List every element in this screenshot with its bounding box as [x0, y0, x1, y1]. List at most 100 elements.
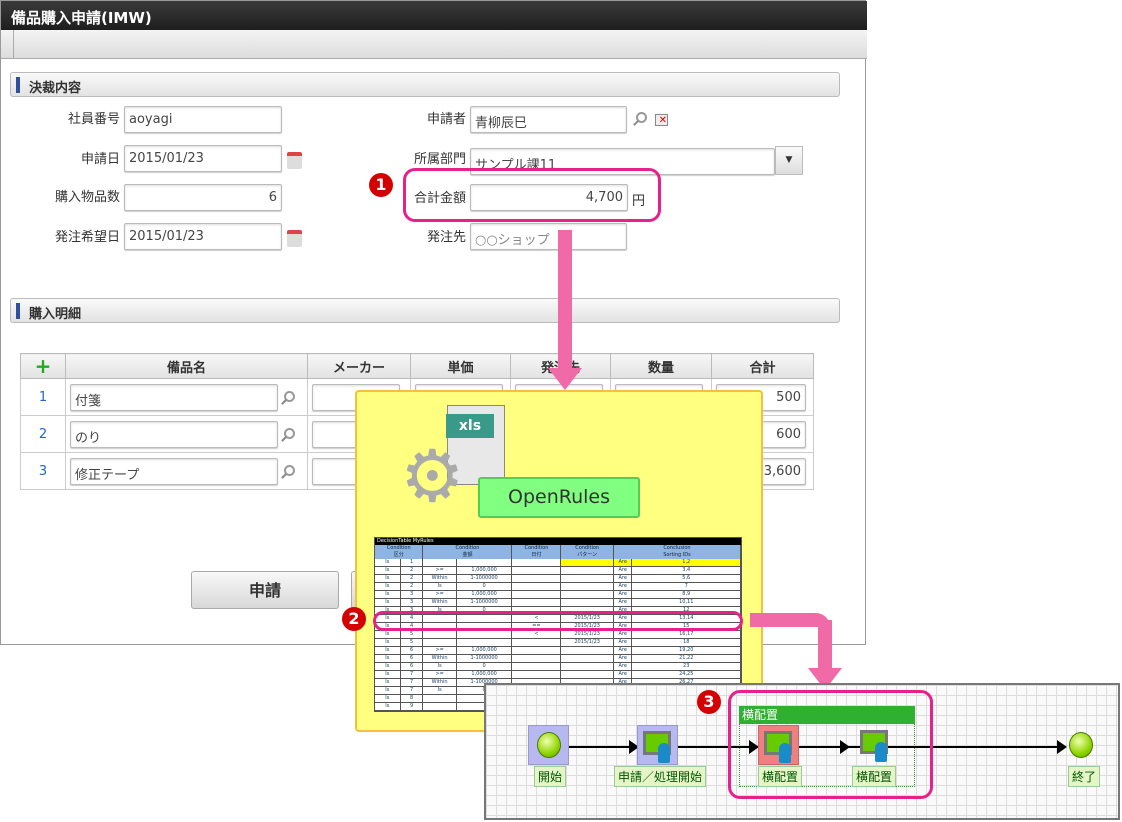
- apply-date-input[interactable]: 2015/01/23: [124, 145, 282, 172]
- sheet-cell: [511, 654, 562, 663]
- sheet-cell: [560, 598, 614, 607]
- flow-arrow: [818, 620, 832, 670]
- apply-button[interactable]: 申請: [191, 571, 339, 609]
- callout-badge-1: 1: [369, 173, 393, 197]
- search-icon[interactable]: [284, 465, 295, 476]
- clear-icon[interactable]: ✕: [655, 114, 668, 126]
- sheet-cell: Is: [375, 566, 401, 575]
- sheet-cell: 1,000,000: [456, 646, 513, 655]
- search-icon[interactable]: [284, 391, 295, 402]
- sheet-cell: 区分: [375, 552, 424, 559]
- sheet-cell: Are: [613, 590, 633, 599]
- sheet-cell: Condition: [375, 545, 424, 552]
- sheet-cell: [560, 662, 614, 671]
- sheet-row: Is 2 >= 1,000,000 Are 3,4: [375, 566, 741, 575]
- item-count-input[interactable]: 6: [124, 184, 282, 211]
- sheet-cell: 7: [400, 686, 424, 695]
- end-node-icon[interactable]: [1069, 732, 1093, 758]
- add-row-button[interactable]: +: [20, 353, 66, 379]
- start-icon: [537, 732, 561, 758]
- sheet-cell: [560, 559, 614, 567]
- sheet-cell: Are: [613, 582, 633, 591]
- sheet-row: Is 6 Within 1-1000000 Are 21,22: [375, 654, 741, 663]
- start-node[interactable]: [528, 725, 569, 765]
- chevron-down-icon[interactable]: ▼: [775, 146, 803, 175]
- sheet-cell: Are: [613, 654, 633, 663]
- item-name-input[interactable]: のり: [70, 420, 278, 448]
- col-header: メーカー: [307, 353, 411, 379]
- apply-node[interactable]: [637, 725, 678, 765]
- sheet-cell: Is: [375, 582, 401, 591]
- sheet-cell: Is: [375, 694, 401, 703]
- sheet-cell: 1-1000000: [456, 654, 513, 663]
- sheet-cell: [560, 566, 614, 575]
- sheet-cell: Is: [375, 686, 401, 695]
- sheet-row: Is 2 Within 1-1000000 Are 5,6: [375, 574, 741, 583]
- sheet-cell: 2: [400, 574, 424, 583]
- sheet-cell: [511, 598, 562, 607]
- calendar-icon[interactable]: [287, 152, 302, 169]
- sheet-cell: Is: [422, 686, 457, 695]
- sheet-cell: 6: [400, 654, 424, 663]
- apply-date-label: 申請日: [80, 152, 120, 167]
- sheet-cell: Is: [375, 646, 401, 655]
- sheet-cell: パターン: [560, 552, 614, 559]
- sheet-cell: 8,9: [631, 590, 741, 599]
- gear-icon: ⚙: [400, 434, 465, 518]
- sheet-cell: 金額: [422, 552, 513, 559]
- sheet-cell: 10,11: [631, 598, 741, 607]
- sheet-cell: Sorting IDs: [613, 552, 741, 559]
- sheet-cell: Within: [422, 678, 457, 687]
- sheet-cell: Is: [375, 654, 401, 663]
- sheet-cell: 21,22: [631, 654, 741, 663]
- sheet-cell: [456, 630, 513, 639]
- sheet-cell: Is: [375, 710, 401, 711]
- end-label: 終了: [1068, 766, 1101, 787]
- sheet-cell: [511, 582, 562, 591]
- sheet-cell: Within: [422, 574, 457, 583]
- sheet-cell: Is: [375, 598, 401, 607]
- sheet-cell: [511, 574, 562, 583]
- sheet-cell: Are: [613, 559, 633, 567]
- supplier-label: 発注先: [426, 230, 466, 245]
- search-icon[interactable]: [284, 428, 295, 439]
- calendar-icon[interactable]: [287, 230, 302, 247]
- sheet-cell: [560, 590, 614, 599]
- item-name-input[interactable]: 付箋: [70, 383, 278, 411]
- col-header: 単価: [410, 353, 511, 379]
- sheet-cell: [560, 654, 614, 663]
- order-date-input[interactable]: 2015/01/23: [124, 223, 282, 250]
- row-number: 3: [20, 452, 66, 490]
- sheet-cell: 16,17: [631, 630, 741, 639]
- employee-no-input[interactable]: aoyagi: [124, 106, 282, 133]
- start-label: 開始: [534, 766, 567, 787]
- applicant-input[interactable]: 青柳辰巳: [470, 106, 627, 133]
- sheet-cell: 0: [456, 662, 513, 671]
- sheet-header-row: Condition Condition Condition Condition Conc…: [375, 545, 741, 552]
- search-icon[interactable]: [636, 112, 647, 123]
- sheet-cell: 1,000,000: [456, 670, 513, 679]
- sheet-cell: 23: [631, 662, 741, 671]
- sheet-cell: >=: [422, 590, 457, 599]
- sheet-cell: [422, 638, 457, 647]
- sheet-cell: 0: [456, 582, 513, 591]
- sheet-cell: 7: [400, 678, 424, 687]
- item-count-label: 購入物品数: [54, 190, 120, 205]
- sheet-cell: Is: [375, 678, 401, 687]
- sheet-cell: 1,000,000: [456, 590, 513, 599]
- sheet-cell: 2: [400, 582, 424, 591]
- sheet-cell: Condition: [511, 545, 562, 552]
- sheet-cell: [511, 662, 562, 671]
- sheet-cell: 3,4: [631, 566, 741, 575]
- sheet-cell: [422, 702, 457, 711]
- item-name-input[interactable]: 修正テープ: [70, 457, 278, 485]
- sheet-cell: 日付: [511, 552, 562, 559]
- toolbar-separator: [13, 30, 14, 59]
- window-title: 備品購入申請(IMW): [1, 1, 867, 30]
- sheet-cell: Are: [613, 598, 633, 607]
- supplier-input[interactable]: ○○ショップ: [470, 223, 627, 250]
- sheet-cell: [511, 559, 562, 567]
- sheet-cell: Are: [613, 566, 633, 575]
- apply-label: 申請／処理開始: [614, 766, 707, 787]
- openrules-label: OpenRules: [478, 477, 640, 518]
